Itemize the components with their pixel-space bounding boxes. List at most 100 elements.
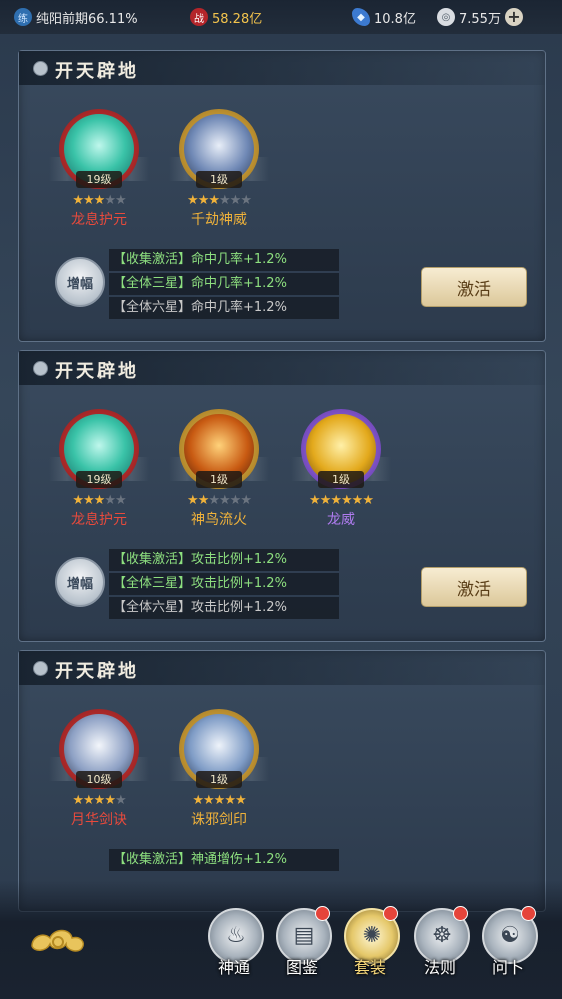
star-filled-icon: ★ bbox=[197, 193, 210, 208]
currency-spirit[interactable]: ◎ 7.55万 + bbox=[437, 6, 523, 28]
bullet-icon bbox=[33, 361, 48, 376]
crystal-value: 10.8亿 bbox=[374, 11, 416, 27]
nav-shentong[interactable]: ♨ 神通 bbox=[206, 908, 264, 978]
star-filled-icon: ★ bbox=[72, 793, 84, 808]
star-filled-icon: ★ bbox=[208, 193, 220, 208]
skill-card[interactable]: 19级 ★★★★★ 龙息护元 bbox=[49, 409, 149, 529]
skill-card[interactable]: 19级 ★★★★★ 龙息护元 bbox=[49, 109, 149, 229]
star-filled-icon: ★ bbox=[104, 793, 116, 808]
effect-line: 【收集激活】攻击比例+1.2% bbox=[109, 549, 339, 571]
star-filled-icon: ★ bbox=[192, 793, 204, 808]
panel-title: 开天辟地 bbox=[55, 661, 139, 682]
star-filled-icon: ★ bbox=[309, 493, 321, 508]
crystal-icon: ◆ bbox=[352, 8, 370, 26]
star-filled-icon: ★ bbox=[72, 193, 84, 208]
star-empty-icon: ★ bbox=[208, 493, 220, 508]
panel-title-bar: 开天辟地 bbox=[19, 351, 545, 385]
bullet-icon bbox=[33, 661, 48, 676]
star-empty-icon: ★ bbox=[219, 493, 231, 508]
skill-card[interactable]: 1级 ★★★★★★ 千劫神威 bbox=[169, 109, 269, 229]
realm-status[interactable]: 练 纯阳前期66.11% bbox=[14, 6, 138, 28]
star-filled-icon: ★ bbox=[93, 493, 106, 508]
star-filled-icon: ★ bbox=[234, 793, 247, 808]
star-filled-icon: ★ bbox=[330, 493, 342, 508]
realm-icon: 练 bbox=[14, 8, 32, 26]
star-filled-icon: ★ bbox=[197, 493, 210, 508]
effect-line: 【全体六星】命中几率+1.2% bbox=[109, 297, 339, 319]
panel-title: 开天辟地 bbox=[55, 361, 139, 382]
panel-title-bar: 开天辟地 bbox=[19, 51, 545, 85]
star-filled-icon: ★ bbox=[203, 793, 215, 808]
skill-card[interactable]: 10级 ★★★★★ 月华剑诀 bbox=[49, 709, 149, 829]
star-filled-icon: ★ bbox=[187, 493, 199, 508]
effect-line: 【收集激活】命中几率+1.2% bbox=[109, 249, 339, 271]
notification-dot bbox=[383, 906, 398, 921]
effect-line: 【全体六星】攻击比例+1.2% bbox=[109, 597, 339, 619]
effect-line: 【全体三星】命中几率+1.2% bbox=[109, 273, 339, 295]
star-filled-icon: ★ bbox=[319, 493, 332, 508]
star-empty-icon: ★ bbox=[219, 193, 231, 208]
skill-name: 千劫神威 bbox=[191, 212, 247, 228]
star-filled-icon: ★ bbox=[93, 193, 106, 208]
nav-tujian[interactable]: ▤ 图鉴 bbox=[274, 906, 332, 978]
currency-crystal[interactable]: ◆ 10.8亿 bbox=[352, 6, 416, 28]
panel-title: 开天辟地 bbox=[55, 61, 139, 82]
activate-button[interactable]: 激活 bbox=[421, 567, 527, 607]
skill-level: 1级 bbox=[196, 771, 242, 788]
effect-line: 【收集激活】神通增伤+1.2% bbox=[109, 849, 339, 871]
skill-level: 1级 bbox=[196, 171, 242, 188]
star-rating: ★★★★★ bbox=[49, 793, 149, 808]
star-rating: ★★★★★★ bbox=[169, 493, 269, 508]
activate-button[interactable]: 激活 bbox=[421, 267, 527, 307]
star-empty-icon: ★ bbox=[114, 493, 127, 508]
star-rating: ★★★★★★ bbox=[291, 493, 391, 508]
combat-power-icon: 战 bbox=[190, 8, 208, 26]
skill-level: 19级 bbox=[76, 471, 122, 488]
star-filled-icon: ★ bbox=[213, 793, 226, 808]
skill-card[interactable]: 1级 ★★★★★★ 神鸟流火 bbox=[169, 409, 269, 529]
star-filled-icon: ★ bbox=[351, 493, 364, 508]
skill-name: 诛邪剑印 bbox=[191, 812, 247, 828]
nav-label: 神通 bbox=[217, 958, 250, 977]
skill-name: 神鸟流火 bbox=[191, 512, 247, 528]
effect-line: 【全体三星】攻击比例+1.2% bbox=[109, 573, 339, 595]
star-empty-icon: ★ bbox=[240, 493, 252, 508]
notification-dot bbox=[521, 906, 536, 921]
nav-taozhuang[interactable]: ✺ 套装 bbox=[342, 906, 400, 978]
cloud-menu-button[interactable] bbox=[26, 920, 90, 960]
skill-card[interactable]: 1级 ★★★★★ 诛邪剑印 bbox=[169, 709, 269, 829]
skill-level: 10级 bbox=[76, 771, 122, 788]
set-panel-3: 开天辟地 10级 ★★★★★ 月华剑诀 1级 ★★★★★ 诛邪剑印 【收集激活】… bbox=[18, 650, 546, 912]
nav-faze[interactable]: ☸ 法则 bbox=[412, 906, 470, 978]
star-filled-icon: ★ bbox=[83, 793, 95, 808]
star-filled-icon: ★ bbox=[341, 493, 353, 508]
bullet-icon bbox=[33, 61, 48, 76]
skill-name: 龙息护元 bbox=[71, 512, 127, 528]
amplify-badge: 增幅 bbox=[55, 557, 105, 607]
add-currency-button[interactable]: + bbox=[504, 8, 523, 26]
star-rating: ★★★★★★ bbox=[169, 193, 269, 208]
star-filled-icon: ★ bbox=[93, 793, 106, 808]
star-empty-icon: ★ bbox=[104, 493, 116, 508]
amplify-badge: 增幅 bbox=[55, 257, 105, 307]
notification-dot bbox=[315, 906, 330, 921]
star-filled-icon: ★ bbox=[362, 493, 374, 508]
star-empty-icon: ★ bbox=[104, 193, 116, 208]
nav-wenbu[interactable]: ☯ 问卜 bbox=[480, 906, 538, 978]
star-rating: ★★★★★ bbox=[49, 493, 149, 508]
skill-card[interactable]: 1级 ★★★★★★ 龙威 bbox=[291, 409, 391, 529]
combat-power-value: 58.28亿 bbox=[212, 11, 263, 27]
top-resource-bar: 练 纯阳前期66.11% 战 58.28亿 ◆ 10.8亿 ◎ 7.55万 + bbox=[0, 0, 562, 34]
skill-name: 月华剑诀 bbox=[71, 812, 127, 828]
star-rating: ★★★★★ bbox=[49, 193, 149, 208]
panel-title-bar: 开天辟地 bbox=[19, 651, 545, 685]
notification-dot bbox=[453, 906, 468, 921]
star-rating: ★★★★★ bbox=[169, 793, 269, 808]
star-filled-icon: ★ bbox=[83, 493, 95, 508]
skill-level: 1级 bbox=[196, 471, 242, 488]
star-empty-icon: ★ bbox=[229, 193, 242, 208]
skill-name: 龙威 bbox=[327, 512, 355, 528]
spirit-value: 7.55万 bbox=[459, 11, 501, 27]
set-panel-2: 开天辟地 19级 ★★★★★ 龙息护元 1级 ★★★★★★ 神鸟流火 1级 ★★… bbox=[18, 350, 546, 642]
spirit-swirl-icon: ◎ bbox=[437, 8, 455, 26]
